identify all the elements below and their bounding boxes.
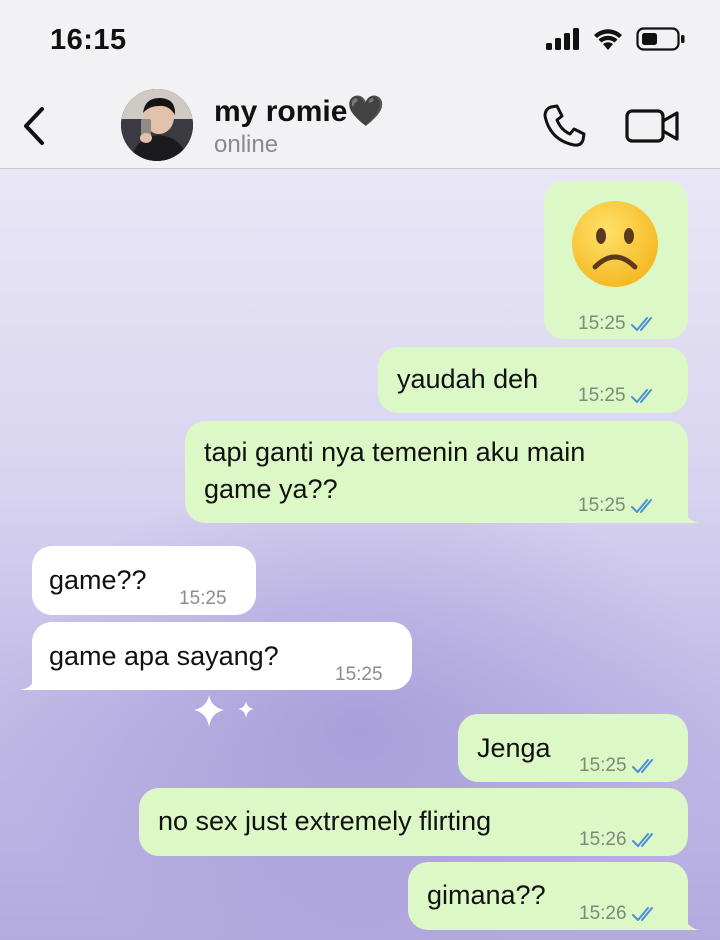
message-time: 15:26 [579, 829, 627, 850]
message-text-line: game ya?? [204, 474, 338, 504]
bubble-tail [684, 914, 700, 930]
message-meta: 15:25 [578, 487, 658, 524]
message-bubble-incoming[interactable]: game apa sayang? 15:25 [20, 622, 412, 693]
double-check-read-icon [631, 832, 653, 847]
double-check-read-icon [631, 906, 653, 921]
chat-header: my romie🖤 online [0, 84, 720, 169]
status-icons [546, 27, 686, 51]
message-text: game?? [49, 565, 147, 595]
voice-call-button[interactable] [540, 102, 588, 150]
message-meta: 15:25 [578, 377, 658, 414]
message-bubble-outgoing[interactable]: tapi ganti nya temenin aku main game ya?… [185, 421, 700, 524]
contact-status: online [214, 131, 279, 158]
chevron-left-icon [24, 107, 44, 145]
message-meta: 15:25 [578, 305, 658, 342]
status-bar: 16:15 [0, 0, 720, 84]
double-check-read-icon [630, 316, 652, 331]
contact-name[interactable]: my romie🖤 [214, 94, 385, 129]
message-bubble-outgoing[interactable]: 15:25 [544, 181, 688, 339]
message-bubble-incoming[interactable]: game?? 15:25 [32, 546, 256, 615]
message-text: gimana?? [427, 880, 546, 910]
message-time: 15:25 [578, 385, 626, 406]
video-call-button[interactable] [624, 104, 682, 148]
cellular-signal-icon [546, 28, 579, 50]
message-bubble-outgoing[interactable]: Jenga 15:25 [458, 714, 688, 782]
avatar-photo [121, 89, 193, 161]
message-time: 15:25 [335, 664, 383, 685]
battery-icon [636, 27, 685, 51]
phone-icon [543, 104, 586, 147]
message-meta: 15:26 [579, 895, 659, 932]
message-time: 15:25 [578, 313, 626, 334]
sparkles-icon [194, 695, 254, 727]
double-check-read-icon [631, 758, 653, 773]
chat-area[interactable]: 15:25 yaudah deh 15:25 tapi ganti nya te… [0, 169, 720, 940]
message-time: 15:25 [578, 495, 626, 516]
wifi-icon [594, 29, 622, 50]
message-meta: 15:25 [179, 580, 227, 617]
message-bubble-outgoing[interactable]: no sex just extremely flirting 15:26 [139, 788, 688, 856]
message-text: Jenga [477, 733, 551, 763]
message-bubble-outgoing[interactable]: gimana?? 15:26 [408, 862, 700, 932]
contact-avatar[interactable] [121, 89, 193, 161]
double-check-read-icon [630, 388, 652, 403]
back-button[interactable] [14, 100, 54, 152]
message-time: 15:26 [579, 903, 627, 924]
message-time: 15:25 [179, 588, 227, 609]
frowning-face-icon [572, 201, 658, 287]
message-text-line: tapi ganti nya temenin aku main [204, 437, 586, 467]
double-check-read-icon [630, 498, 652, 513]
bubble-tail [20, 674, 36, 690]
message-text: no sex just extremely flirting [158, 806, 492, 836]
message-time: 15:25 [579, 755, 627, 776]
message-meta: 15:26 [579, 821, 659, 858]
message-meta: 15:25 [335, 656, 383, 693]
message-meta: 15:25 [579, 747, 659, 784]
video-camera-icon [625, 109, 679, 143]
status-time: 16:15 [50, 24, 127, 56]
message-bubble-outgoing[interactable]: yaudah deh 15:25 [378, 347, 688, 413]
message-text: yaudah deh [397, 364, 539, 394]
message-text: game apa sayang? [49, 641, 279, 671]
bubble-tail [684, 507, 700, 523]
